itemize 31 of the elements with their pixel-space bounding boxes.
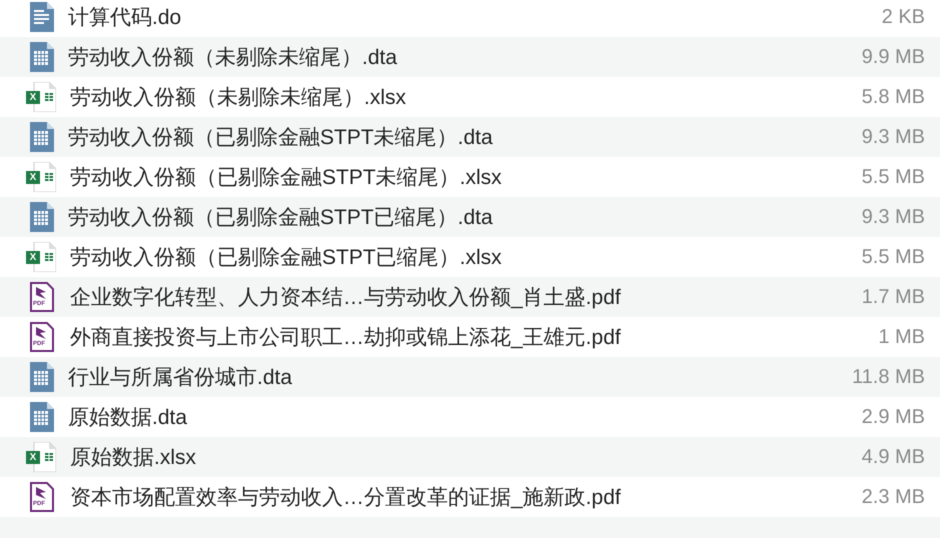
spreadsheet-icon <box>30 362 54 392</box>
file-size: 9.9 MB <box>862 46 925 68</box>
file-name[interactable]: 劳动收入份额（未剔除未缩尾）.xlsx <box>70 83 862 111</box>
file-size: 2.3 MB <box>862 486 925 508</box>
file-size: 2 KB <box>882 6 925 28</box>
file-name[interactable]: 劳动收入份额（未剔除未缩尾）.dta <box>68 43 862 71</box>
file-size: 1 MB <box>878 326 925 348</box>
file-name[interactable]: 行业与所属省份城市.dta <box>68 363 852 391</box>
file-size: 5.5 MB <box>862 166 925 188</box>
file-size: 1.7 MB <box>862 286 925 308</box>
file-size: 5.5 MB <box>862 246 925 268</box>
file-size: 5.8 MB <box>862 86 925 108</box>
file-name[interactable]: 资本市场配置效率与劳动收入…分置改革的证据_施新政.pdf <box>70 483 862 511</box>
file-name[interactable]: 原始数据.dta <box>68 403 862 431</box>
spreadsheet-icon <box>30 402 54 432</box>
file-name[interactable]: 劳动收入份额（已剔除金融STPT已缩尾）.dta <box>68 203 862 231</box>
file-name[interactable]: 企业数字化转型、人力资本结…与劳动收入份额_肖土盛.pdf <box>70 283 862 311</box>
file-size: 11.8 MB <box>852 366 925 388</box>
file-name[interactable]: 劳动收入份额（已剔除金融STPT未缩尾）.dta <box>68 123 862 151</box>
file-name[interactable]: 劳动收入份额（已剔除金融STPT未缩尾）.xlsx <box>70 163 862 191</box>
file-name[interactable]: 外商直接投资与上市公司职工…劫抑或锦上添花_王雄元.pdf <box>70 323 878 351</box>
spreadsheet-icon <box>30 202 54 232</box>
file-name[interactable]: 劳动收入份额（已剔除金融STPT已缩尾）.xlsx <box>70 243 862 271</box>
file-name[interactable]: 计算代码.do <box>68 3 882 31</box>
file-size: 4.9 MB <box>862 446 925 468</box>
spreadsheet-icon <box>30 122 54 152</box>
file-name[interactable]: 原始数据.xlsx <box>70 443 862 471</box>
file-size: 9.3 MB <box>862 126 925 148</box>
spreadsheet-icon <box>30 42 54 72</box>
file-size: 2.9 MB <box>862 406 925 428</box>
file-size: 9.3 MB <box>862 206 925 228</box>
